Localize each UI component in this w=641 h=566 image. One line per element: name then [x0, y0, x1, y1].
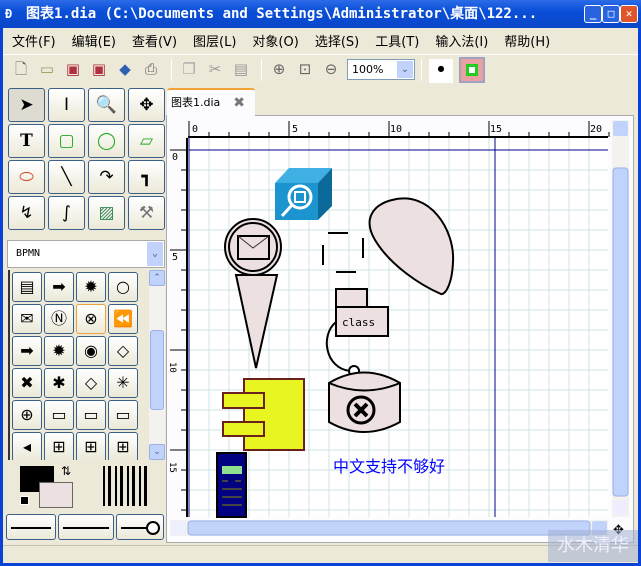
left-ruler-label-15: 15	[167, 462, 177, 473]
ruler-label-5: 5	[292, 124, 298, 135]
status-bar	[3, 545, 638, 563]
ruler-label-20: 20	[590, 124, 602, 135]
chinese-text-label[interactable]: 中文支持不够好	[333, 457, 445, 476]
vertical-scroll-thumb[interactable]	[612, 167, 629, 497]
blue-cube-search-shape[interactable]	[275, 168, 332, 220]
ruler-label-15: 15	[490, 124, 502, 135]
ruler-label-10: 10	[390, 124, 402, 135]
scroll-up-icon[interactable]	[613, 121, 628, 136]
scroll-left-icon[interactable]	[171, 521, 186, 535]
message-event-shape[interactable]	[224, 218, 282, 276]
left-ruler	[170, 138, 188, 517]
drum-cancel-shape[interactable]	[328, 371, 401, 433]
left-ruler-label-5: 5	[172, 252, 178, 263]
horizontal-scroll-thumb[interactable]	[187, 520, 591, 536]
watermark-logo: 水木清华	[548, 530, 638, 562]
scroll-down-icon[interactable]	[613, 500, 628, 515]
left-ruler-label-10: 10	[167, 362, 177, 373]
diagram-canvas-svg: 0 5 10 15 20 0 5 10 15 class 中文支持不够好	[167, 120, 629, 538]
class-label: class	[342, 316, 375, 329]
left-ruler-label-0: 0	[172, 152, 178, 163]
ruler-label-0: 0	[192, 124, 198, 135]
cellphone-shape[interactable]	[216, 452, 247, 518]
